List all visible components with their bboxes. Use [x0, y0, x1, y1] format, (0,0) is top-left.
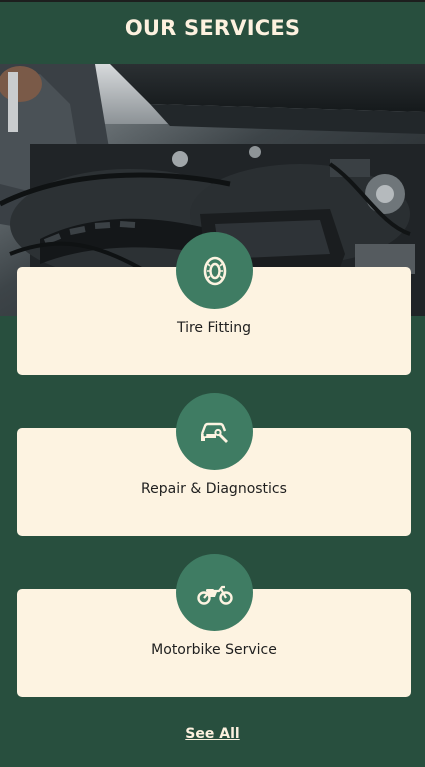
tire-icon-badge — [176, 232, 253, 309]
car-wrench-icon — [200, 422, 228, 443]
motorbike-icon — [196, 585, 233, 605]
service-card-label: Repair & Diagnostics — [141, 481, 287, 497]
service-card-label: Motorbike Service — [151, 642, 277, 658]
car-wrench-icon-badge — [176, 393, 253, 470]
page-title: OUR SERVICES — [124, 16, 301, 40]
tire-icon — [203, 256, 226, 285]
service-card-label: Tire Fitting — [176, 320, 252, 336]
section-header: OUR SERVICES — [0, 2, 425, 64]
see-all-link[interactable]: See All — [0, 726, 425, 742]
motorbike-icon-badge — [176, 554, 253, 631]
